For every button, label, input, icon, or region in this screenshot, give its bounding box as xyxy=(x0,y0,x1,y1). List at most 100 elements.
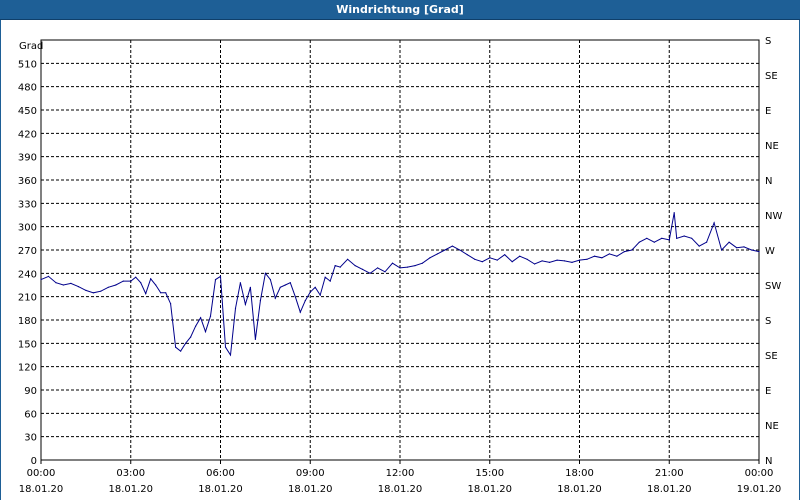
y2-tick-label: S xyxy=(765,316,771,327)
data-point xyxy=(758,251,760,253)
x-tick-date: 18.01.20 xyxy=(557,484,602,495)
y2-tick-label: E xyxy=(765,106,771,117)
y-tick-label: 180 xyxy=(18,316,37,327)
x-tick-time: 00:00 xyxy=(27,468,56,479)
data-point xyxy=(586,258,588,260)
y-tick-label: 420 xyxy=(18,129,37,140)
data-point xyxy=(319,294,321,296)
y-tick-label: 300 xyxy=(18,223,37,234)
data-point xyxy=(180,350,182,352)
data-point xyxy=(70,282,72,284)
data-point xyxy=(653,241,655,243)
data-point xyxy=(534,263,536,265)
x-tick-date: 18.01.20 xyxy=(108,484,153,495)
y-tick-label: 270 xyxy=(18,246,37,257)
y-tick-label: 450 xyxy=(18,106,37,117)
data-point xyxy=(676,237,678,239)
data-point xyxy=(294,296,296,298)
data-point xyxy=(274,297,276,299)
data-point xyxy=(706,241,708,243)
x-tick-time: 09:00 xyxy=(296,468,325,479)
data-point xyxy=(145,293,147,295)
data-point xyxy=(100,290,102,292)
data-point xyxy=(200,317,202,319)
data-point xyxy=(47,275,50,277)
y2-tick-label: N xyxy=(765,456,772,467)
data-point xyxy=(511,261,513,263)
y2-tick-label: E xyxy=(765,386,771,397)
data-point xyxy=(691,237,693,239)
data-point xyxy=(214,279,217,281)
data-point xyxy=(55,282,57,284)
data-point xyxy=(140,282,142,284)
data-point xyxy=(324,276,326,278)
data-point xyxy=(451,245,453,247)
data-point xyxy=(698,245,700,247)
data-point xyxy=(354,265,356,267)
data-point xyxy=(504,254,506,256)
x-tick-date: 18.01.20 xyxy=(467,484,512,495)
data-point xyxy=(459,249,461,251)
data-point xyxy=(377,267,379,269)
y-tick-label: 510 xyxy=(18,59,37,70)
x-tick-date: 18.01.20 xyxy=(288,484,333,495)
x-tick-time: 21:00 xyxy=(655,468,684,479)
data-point xyxy=(279,286,281,288)
data-point xyxy=(736,247,738,249)
data-point xyxy=(224,346,227,348)
chart-frame: 0 30 60 90 120 150 180 210 240 270 300 330 360 390 420… xyxy=(0,20,800,500)
y2-tick-label: NW xyxy=(765,211,782,222)
y2-tick-label: SE xyxy=(765,351,778,362)
data-point xyxy=(578,259,581,261)
data-point xyxy=(750,249,753,251)
data-point xyxy=(421,262,423,264)
data-point xyxy=(721,249,723,251)
x-tick-time: 18:00 xyxy=(565,468,594,479)
data-point xyxy=(175,346,177,348)
y-tick-label: 330 xyxy=(18,199,37,210)
y2-tick-label: SE xyxy=(765,71,778,82)
y2-tick-label: N xyxy=(765,176,772,187)
data-point xyxy=(135,276,137,278)
data-point xyxy=(170,303,172,305)
data-point xyxy=(526,258,528,260)
data-point xyxy=(155,284,157,286)
data-point xyxy=(549,261,551,263)
data-point xyxy=(556,259,558,261)
data-point xyxy=(304,300,306,302)
data-point xyxy=(519,255,521,257)
data-point xyxy=(309,291,311,293)
data-point xyxy=(728,241,730,243)
data-point xyxy=(264,272,266,274)
x-tick-time: 15:00 xyxy=(475,468,504,479)
data-point xyxy=(673,212,675,214)
data-point xyxy=(601,257,603,259)
y-tick-label: 150 xyxy=(18,339,37,350)
grid xyxy=(41,40,759,460)
data-point xyxy=(107,286,109,288)
data-point xyxy=(481,261,483,263)
data-point xyxy=(334,265,336,267)
data-point xyxy=(743,246,745,248)
y-tick-label: 480 xyxy=(18,83,37,94)
data-point xyxy=(563,260,566,262)
y2-tick-label: NE xyxy=(765,421,779,432)
y-tick-label: 90 xyxy=(24,386,37,397)
x-tick-time: 00:00 xyxy=(745,468,774,479)
data-point xyxy=(122,280,124,282)
data-point xyxy=(234,307,237,309)
data-point xyxy=(668,239,670,241)
data-point xyxy=(631,249,633,251)
y-tick-label: 210 xyxy=(18,293,37,304)
data-point xyxy=(85,289,87,291)
data-point xyxy=(661,237,663,239)
y2-tick-label: S xyxy=(765,36,771,47)
data-point xyxy=(244,303,246,305)
data-point xyxy=(289,282,291,284)
chart-title: Windrichtung [Grad] xyxy=(336,3,464,16)
data-point xyxy=(150,278,152,280)
data-point xyxy=(541,260,543,262)
data-point xyxy=(489,257,491,259)
data-point xyxy=(429,257,431,259)
data-point xyxy=(638,241,640,243)
